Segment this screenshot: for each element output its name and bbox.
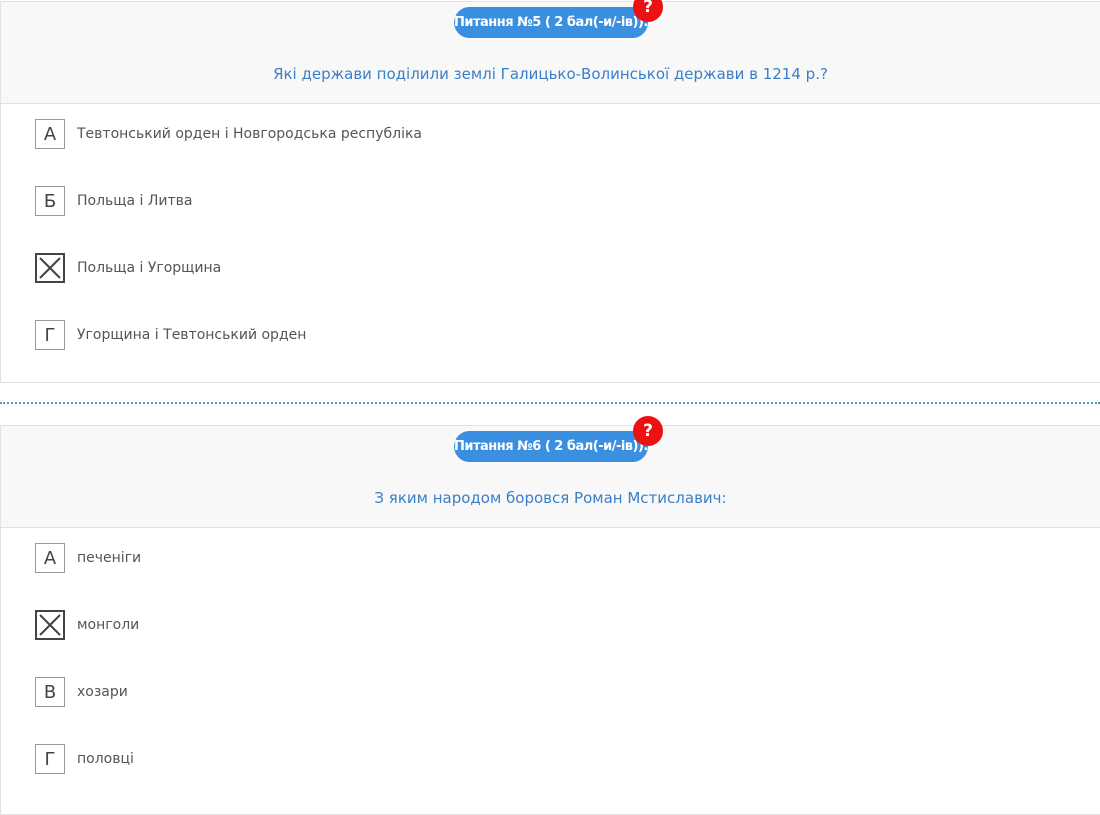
checked-x-icon[interactable] — [35, 610, 65, 640]
answer-label: хозари — [77, 684, 128, 700]
answer-label: Тевтонський орден і Новгородська республ… — [77, 126, 423, 142]
answer-letter-box[interactable]: Б — [35, 186, 65, 216]
answer-label: печеніги — [77, 550, 142, 566]
answer-letter-box[interactable]: А — [35, 119, 65, 149]
answer-option-d[interactable]: Г половці — [35, 744, 134, 774]
answer-letter-box[interactable]: В — [35, 677, 65, 707]
question-text: З яким народом боровся Роман Мстиславич: — [374, 489, 727, 507]
answer-option-a[interactable]: А печеніги — [35, 543, 141, 573]
answer-letter-box[interactable]: Г — [35, 744, 65, 774]
question-header: Питання №5 ( 2 бал(-и/-ів)): ? Які держа… — [1, 0, 1100, 104]
answer-label: монголи — [77, 617, 140, 633]
checked-x-icon[interactable] — [35, 253, 65, 283]
answer-option-d[interactable]: Г Угорщина і Тевтонський орден — [35, 320, 306, 350]
question-number-badge: Питання №5 ( 2 бал(-и/-ів)): — [454, 7, 649, 38]
cross-mark-icon — [39, 257, 61, 279]
question-number-badge: Питання №6 ( 2 бал(-и/-ів)): — [454, 431, 649, 462]
question-header: Питання №6 ( 2 бал(-и/-ів)): ? З яким на… — [1, 416, 1100, 528]
answer-letter-box[interactable]: Г — [35, 320, 65, 350]
answer-label: Польща і Литва — [77, 193, 193, 209]
answer-option-b[interactable]: Б Польща і Литва — [35, 186, 192, 216]
answer-option-c[interactable]: В хозари — [35, 677, 128, 707]
question-5: Питання №5 ( 2 бал(-и/-ів)): ? Які держа… — [0, 0, 1100, 383]
answer-label: Польща і Угорщина — [77, 260, 222, 276]
answer-letter-box[interactable]: А — [35, 543, 65, 573]
cross-mark-icon — [39, 614, 61, 636]
help-icon[interactable]: ? — [633, 416, 663, 446]
answer-label: половці — [77, 751, 134, 767]
answer-option-c[interactable]: Польща і Угорщина — [35, 253, 221, 283]
answer-option-b[interactable]: монголи — [35, 610, 139, 640]
answer-option-a[interactable]: А Тевтонський орден і Новгородська респу… — [35, 119, 422, 149]
question-text: Які держави поділили землі Галицько-Воли… — [273, 65, 828, 83]
answer-label: Угорщина і Тевтонський орден — [77, 327, 307, 343]
question-6: Питання №6 ( 2 бал(-и/-ів)): ? З яким на… — [0, 416, 1100, 815]
question-separator — [0, 402, 1100, 404]
